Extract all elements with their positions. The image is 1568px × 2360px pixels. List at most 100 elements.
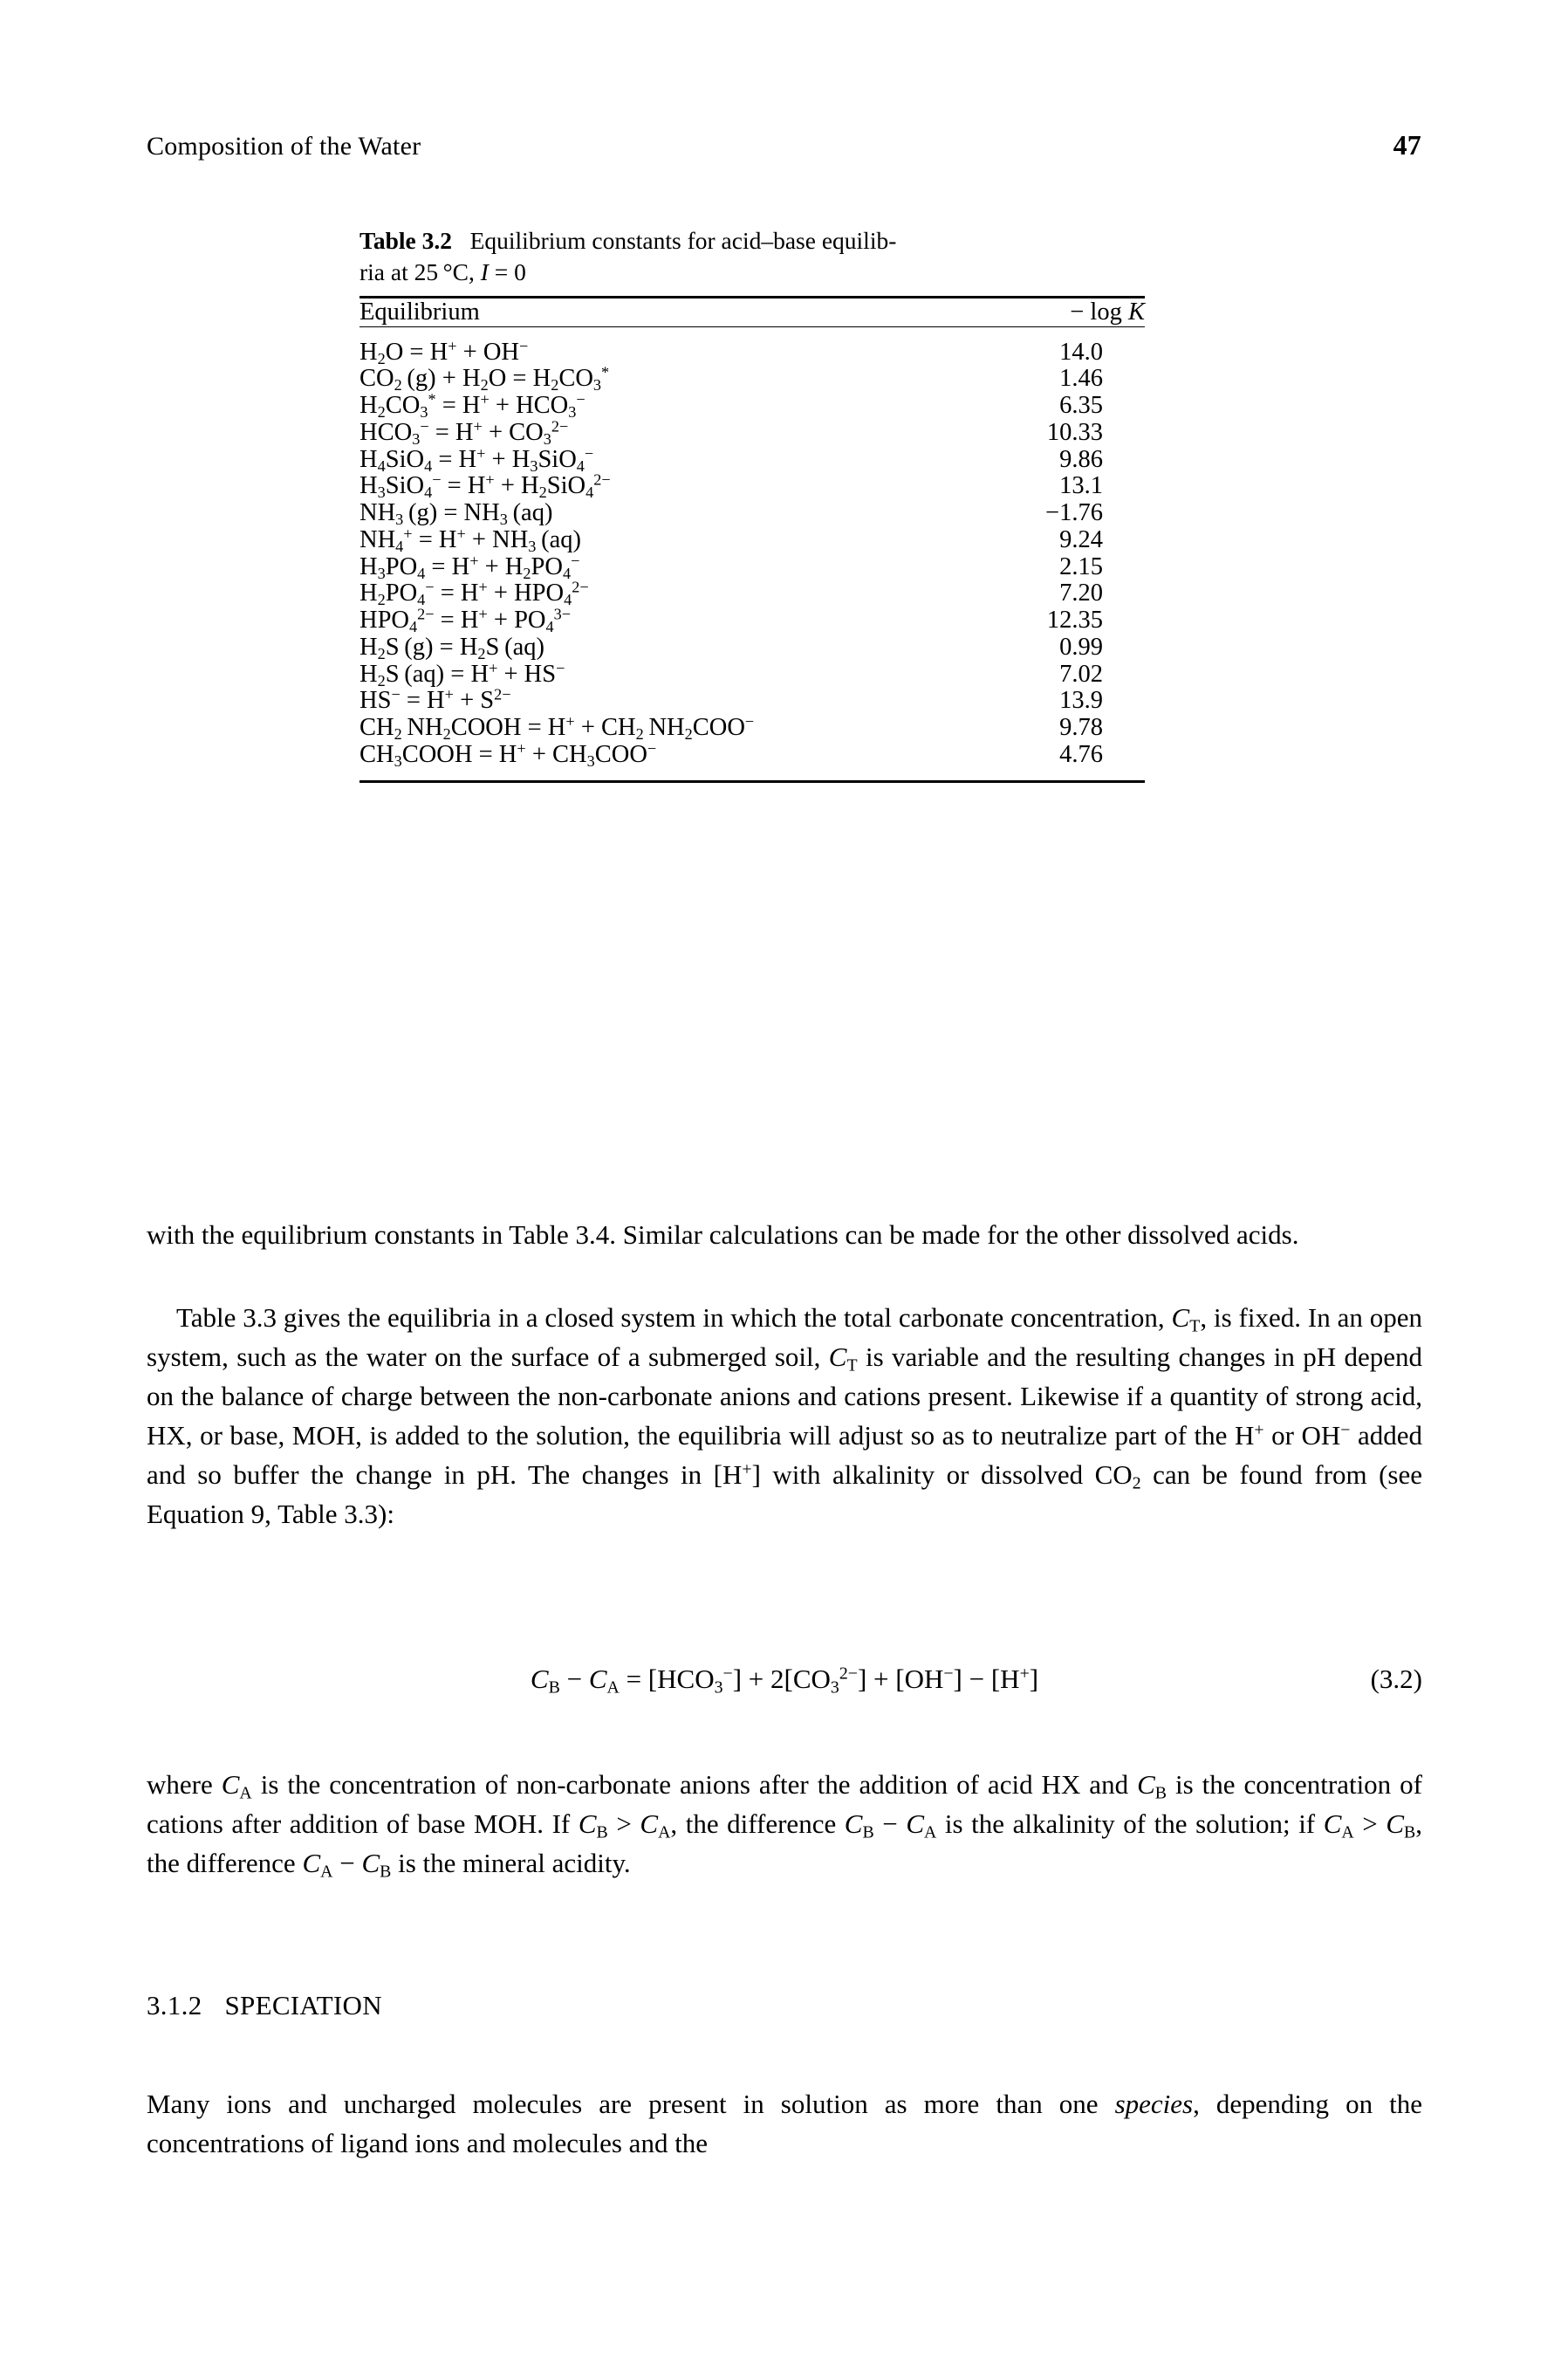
- table-row: CO2 (g) + H2O = H2CO3* 1.46: [359, 363, 1145, 394]
- table-header-row: Equilibrium − log K: [359, 298, 1145, 326]
- symbol-ca: C: [906, 1808, 925, 1840]
- equilibrium-expression: HPO42− = H+ + PO43−: [359, 605, 572, 636]
- superscript-plus: +: [742, 1460, 752, 1480]
- equilibrium-expression: H2PO4− = H+ + HPO42−: [359, 578, 589, 609]
- ionic-strength-symbol: I: [480, 257, 489, 285]
- table-row: H2S (aq) = H+ + HS− 7.02: [359, 659, 1145, 689]
- symbol-cb: C: [1386, 1808, 1405, 1840]
- column-header-equilibrium: Equilibrium: [359, 298, 480, 326]
- symbol-ca-subscript: A: [658, 1822, 671, 1842]
- symbol-cb-subscript: B: [1404, 1822, 1416, 1842]
- equation-number: (3.2): [1370, 1664, 1422, 1694]
- log-k-value: 7.20: [1059, 580, 1103, 607]
- symbol-cb-subscript: B: [1154, 1783, 1167, 1803]
- subscript-two: 2: [1132, 1473, 1141, 1493]
- paragraph-alkalinity-definition: where CA is the concentration of non-car…: [147, 1769, 1423, 1882]
- log-k-value: 12.35: [1046, 607, 1103, 635]
- table-3-2: Table 3.2 Equilibrium constants for acid…: [359, 225, 1145, 783]
- paragraph-2-segment-d: or OH: [1263, 1420, 1341, 1451]
- table-label: Table 3.2: [359, 227, 452, 254]
- table-caption-line1: Equilibrium constants for acid–base equi…: [469, 227, 897, 254]
- running-head: Composition of the Water 47: [147, 129, 1421, 161]
- emphasis-species: species: [1114, 2089, 1194, 2119]
- paragraph-3-segment-g: is the mineral acidity.: [391, 1848, 631, 1879]
- equilibrium-expression: H4SiO4 = H+ + H3SiO4−: [359, 444, 594, 475]
- equilibrium-expression: H2CO3* = H+ + HCO3−: [359, 390, 585, 422]
- paragraph-3-segment-a: where: [147, 1769, 222, 1800]
- equilibrium-expression: CH3COOH = H+ + CH3COO−: [359, 739, 657, 771]
- symbol-ca: C: [302, 1848, 321, 1879]
- equilibrium-expression: CH2 NH2COOH = H+ + CH2 NH2COO−: [359, 712, 755, 744]
- table-row: H2S (g) = H2S (aq) 0.99: [359, 633, 1145, 663]
- paragraph-3-segment-d: , the difference: [670, 1808, 845, 1840]
- page-canvas: Composition of the Water 47 Table 3.2 Eq…: [0, 0, 1568, 2360]
- log-k-value: 13.9: [1059, 687, 1103, 715]
- equilibrium-rows-table: H2O = H+ + OH− 14.0 CO2 (g) + H2O = H2CO…: [359, 327, 1145, 769]
- table-bottom-rule: [359, 779, 1145, 783]
- log-k-value: 9.78: [1059, 714, 1103, 742]
- log-k-value: 9.24: [1059, 525, 1103, 553]
- table-row: H2O = H+ + OH− 14.0: [359, 327, 1145, 367]
- log-k-value: 10.33: [1046, 418, 1103, 446]
- log-k-value: 14.0: [1059, 338, 1103, 366]
- equilibrium-expression: H2S (g) = H2S (aq): [359, 633, 544, 663]
- equilibrium-expression: H2O = H+ + OH−: [359, 337, 529, 367]
- table-row: NH4+ = H+ + NH3 (aq) 9.24: [359, 525, 1145, 554]
- table-row: HPO42− = H+ + PO43− 12.35: [359, 607, 1145, 635]
- table-row: H2PO4− = H+ + HPO42− 7.20: [359, 578, 1145, 609]
- log-k-symbol: K: [1127, 298, 1145, 326]
- table-body: H2O = H+ + OH− 14.0 CO2 (g) + H2O = H2CO…: [359, 327, 1145, 769]
- equilibrium-constants-table: Equilibrium − log K: [359, 298, 1145, 326]
- section-title: SPECIATION: [224, 1990, 382, 2020]
- symbol-cb-subscript: B: [862, 1822, 874, 1842]
- log-k-value: 13.1: [1059, 472, 1103, 500]
- log-k-value: 1.46: [1059, 365, 1103, 393]
- equilibrium-expression: HCO3− = H+ + CO32−: [359, 417, 569, 448]
- paragraph-carbonate-system: Table 3.3 gives the equilibria in a clos…: [147, 1298, 1422, 1534]
- paragraph-speciation-intro: Many ions and uncharged molecules are pr…: [147, 2084, 1422, 2163]
- table-row: CH2 NH2COOH = H+ + CH2 NH2COO− 9.78: [359, 712, 1145, 744]
- symbol-cb: C: [578, 1808, 597, 1840]
- table-caption-line2-post: = 0: [488, 257, 526, 285]
- equilibrium-expression: HS− = H+ + S2−: [359, 685, 511, 715]
- paragraph-1-text: with the equilibrium constants in Table …: [147, 1219, 1299, 1250]
- equilibrium-expression: CO2 (g) + H2O = H2CO3*: [359, 363, 610, 394]
- log-k-prefix: − log: [1070, 298, 1128, 326]
- equation-3-2-block: CB − CA = [HCO3−] + 2[CO32−] + [OH−] − […: [147, 1664, 1422, 1698]
- symbol-ca: C: [1323, 1808, 1342, 1840]
- section-number: 3.1.2: [147, 1990, 202, 2020]
- symbol-ca-subscript: A: [1341, 1822, 1354, 1842]
- equilibrium-expression: H3PO4 = H+ + H2PO4−: [359, 552, 580, 582]
- table-caption-line2-pre: ria at 25 °C,: [359, 257, 481, 285]
- table-row: CH3COOH = H+ + CH3COO− 4.76: [359, 739, 1145, 771]
- symbol-ca-subscript: A: [239, 1783, 252, 1803]
- paragraph-2-segment-a: Table 3.3 gives the equilibria in a clos…: [176, 1302, 1172, 1333]
- superscript-minus: −: [1340, 1420, 1351, 1440]
- symbol-ct-subscript: T: [1189, 1316, 1201, 1336]
- symbol-cb: C: [361, 1848, 380, 1879]
- log-k-value: 2.15: [1059, 552, 1103, 580]
- table-row: H2CO3* = H+ + HCO3− 6.35: [359, 390, 1145, 422]
- paragraph-2-segment-f: ] with alkalinity or dissolved CO: [751, 1459, 1133, 1491]
- equation-3-2-expression: CB − CA = [HCO3−] + 2[CO32−] + [OH−] − […: [530, 1664, 1039, 1698]
- symbol-ca-subscript: A: [924, 1822, 937, 1842]
- paragraph-3-segment-b: is the concentration of non-carbonate an…: [251, 1769, 1138, 1800]
- symbol-ct: C: [828, 1341, 847, 1373]
- symbol-cb-subscript: B: [596, 1822, 608, 1842]
- paragraph-3-segment-e: is the alkalinity of the solution; if: [936, 1808, 1324, 1840]
- table-row: H3SiO4− = H+ + H2SiO42− 13.1: [359, 470, 1145, 502]
- symbol-ct: C: [1171, 1302, 1190, 1333]
- table-row: HS− = H+ + S2− 13.9: [359, 685, 1145, 715]
- running-head-title: Composition of the Water: [147, 132, 421, 161]
- page-number: 47: [1393, 129, 1421, 161]
- symbol-ca-subscript: A: [320, 1862, 333, 1882]
- equilibrium-expression: NH3 (g) = NH3 (aq): [359, 499, 553, 529]
- equilibrium-expression: H3SiO4− = H+ + H2SiO42−: [359, 470, 611, 502]
- paragraph-continuation: with the equilibrium constants in Table …: [147, 1215, 1422, 1254]
- column-header-log-k: − log K: [844, 298, 1145, 326]
- table-row: NH3 (g) = NH3 (aq) −1.76: [359, 499, 1145, 529]
- log-k-value: 6.35: [1059, 392, 1103, 420]
- symbol-ct-subscript: T: [846, 1355, 858, 1376]
- table-row: H3PO4 = H+ + H2PO4− 2.15: [359, 552, 1145, 582]
- equilibrium-expression: H2S (aq) = H+ + HS−: [359, 659, 565, 689]
